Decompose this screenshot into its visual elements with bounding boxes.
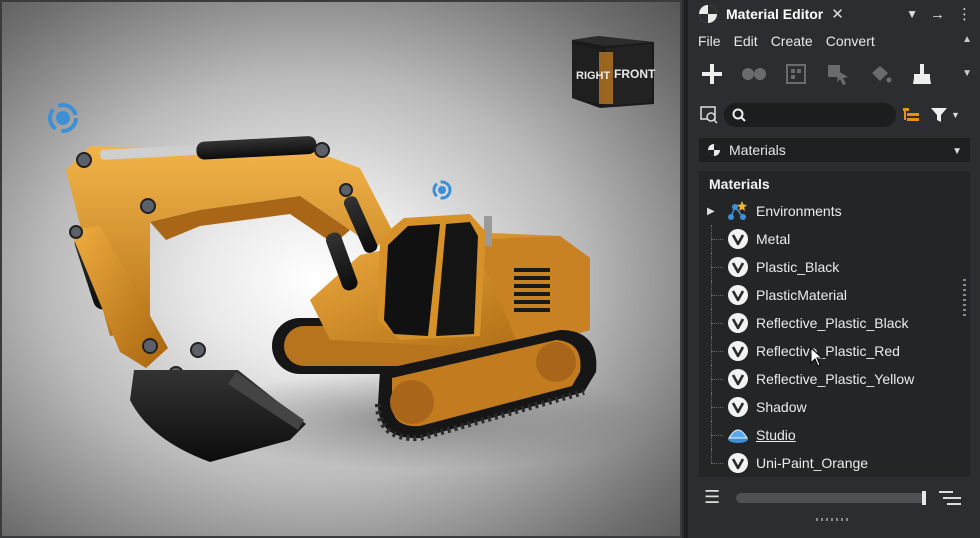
tree-item-plasticmaterial[interactable]: PlasticMaterial xyxy=(699,281,970,309)
studio-dome-icon xyxy=(727,424,749,446)
tree-item-label: Reflective_Plastic_Yellow xyxy=(756,371,915,387)
close-icon[interactable]: ✕ xyxy=(831,5,844,23)
excavator-model[interactable]: RIGHT FRONT xyxy=(0,0,684,538)
broom-icon xyxy=(913,64,931,84)
tree-item-plastic-black[interactable]: Plastic_Black xyxy=(699,253,970,281)
list-view-icon[interactable] xyxy=(938,489,962,507)
environments-icon xyxy=(727,200,749,222)
grid-select-icon xyxy=(786,64,806,84)
menu-file[interactable]: File xyxy=(698,33,721,49)
cleanup-materials-button[interactable] xyxy=(908,60,936,88)
tree-item-uni-paint-orange[interactable]: Uni-Paint_Orange xyxy=(699,449,970,477)
material-v-icon xyxy=(727,312,749,334)
viewcube-front-label: FRONT xyxy=(614,67,656,81)
tree-item-studio[interactable]: Studio xyxy=(699,421,970,449)
toolbar-overflow-chevron-icon[interactable]: ▼ xyxy=(962,68,972,79)
menu-convert[interactable]: Convert xyxy=(826,33,875,49)
tree-header: Materials xyxy=(709,176,770,192)
search-icon xyxy=(732,108,746,122)
hierarchy-sort-icon[interactable] xyxy=(902,107,922,123)
tree-item-label: Uni-Paint_Orange xyxy=(756,455,869,471)
material-v-icon xyxy=(727,340,749,362)
material-v-icon xyxy=(727,396,749,418)
slider-thumb[interactable] xyxy=(922,491,926,505)
plus-icon xyxy=(702,64,722,84)
material-editor-icon xyxy=(699,5,717,23)
tree-item-label: Reflective_Plastic_Black xyxy=(756,315,909,331)
3d-viewport[interactable]: RIGHT FRONT xyxy=(0,0,684,538)
undock-arrow-icon[interactable]: → xyxy=(930,6,945,23)
link-materials-button[interactable] xyxy=(740,60,768,88)
tree-item-environments[interactable]: ▶ Environments xyxy=(699,197,970,225)
material-sphere-icon xyxy=(708,144,720,156)
viewcube[interactable]: RIGHT FRONT xyxy=(572,36,656,108)
assign-material-button[interactable] xyxy=(824,60,852,88)
tree-item-label: Studio xyxy=(756,427,796,443)
chevron-down-icon: ▼ xyxy=(952,146,962,157)
scene-filter-icon[interactable] xyxy=(700,106,718,124)
fill-material-button[interactable] xyxy=(866,60,894,88)
paint-bucket-icon xyxy=(872,66,892,83)
more-options-icon[interactable]: ⋮ xyxy=(957,5,972,23)
tree-resize-grip[interactable] xyxy=(963,279,966,319)
tree-item-label: Plastic_Black xyxy=(756,259,840,275)
dropdown-selected-value: Materials xyxy=(729,142,786,158)
mouse-cursor-icon xyxy=(810,347,824,367)
add-material-button[interactable] xyxy=(698,60,726,88)
search-box[interactable] xyxy=(724,103,896,127)
preview-size-slider[interactable] xyxy=(736,491,926,505)
tree-item-label: Reflective_Plastic_Red xyxy=(756,343,900,359)
hamburger-menu-icon[interactable]: ☰ xyxy=(704,487,720,508)
menu-overflow-chevron-icon[interactable]: ▲ xyxy=(962,34,972,45)
tree-item-reflective-plastic-red[interactable]: Reflective_Plastic_Red xyxy=(699,337,970,365)
tree-item-label: Shadow xyxy=(756,399,807,415)
material-v-icon xyxy=(727,452,749,474)
tree-item-label: Metal xyxy=(756,231,791,247)
filter-chevron-icon[interactable]: ▼ xyxy=(951,110,960,120)
material-v-icon xyxy=(727,284,749,306)
expand-arrow-icon[interactable]: ▶ xyxy=(707,206,715,217)
material-grid-button[interactable] xyxy=(782,60,810,88)
tree-item-label: PlasticMaterial xyxy=(756,287,848,303)
menu-bar: File Edit Create Convert ▲ xyxy=(688,28,980,54)
rotate-gizmo-icon[interactable] xyxy=(48,103,78,133)
panel-title: Material Editor xyxy=(726,6,824,22)
rotate-gizmo-small-icon[interactable] xyxy=(432,180,452,200)
material-v-icon xyxy=(727,256,749,278)
panel-menu-chevron-icon[interactable]: ▼ xyxy=(906,7,918,21)
material-v-icon xyxy=(727,368,749,390)
assign-cursor-icon xyxy=(828,65,848,85)
materials-tree: Materials ▶ Environments Metal Plastic_Blac… xyxy=(699,171,970,477)
bottom-bar: ☰ xyxy=(688,484,980,512)
viewcube-right-label: RIGHT xyxy=(576,70,611,82)
toolbar: ▼ xyxy=(688,54,980,94)
panel-resize-grip[interactable] xyxy=(816,518,850,521)
menu-edit[interactable]: Edit xyxy=(734,33,758,49)
material-editor-panel: Material Editor ✕ ▼ → ⋮ File Edit Create… xyxy=(688,0,980,538)
material-v-icon xyxy=(727,228,749,250)
search-input[interactable] xyxy=(752,107,892,123)
tree-item-reflective-plastic-black[interactable]: Reflective_Plastic_Black xyxy=(699,309,970,337)
material-type-dropdown[interactable]: Materials ▼ xyxy=(699,138,970,162)
tree-item-metal[interactable]: Metal xyxy=(699,225,970,253)
tree-item-reflective-plastic-yellow[interactable]: Reflective_Plastic_Yellow xyxy=(699,365,970,393)
search-row: ▼ xyxy=(688,100,980,130)
menu-create[interactable]: Create xyxy=(771,33,813,49)
filter-funnel-icon[interactable] xyxy=(930,107,948,123)
panel-titlebar: Material Editor ✕ ▼ → ⋮ xyxy=(688,0,980,28)
tree-item-label: Environments xyxy=(756,203,842,219)
two-spheres-icon xyxy=(742,68,766,80)
tree-item-shadow[interactable]: Shadow xyxy=(699,393,970,421)
